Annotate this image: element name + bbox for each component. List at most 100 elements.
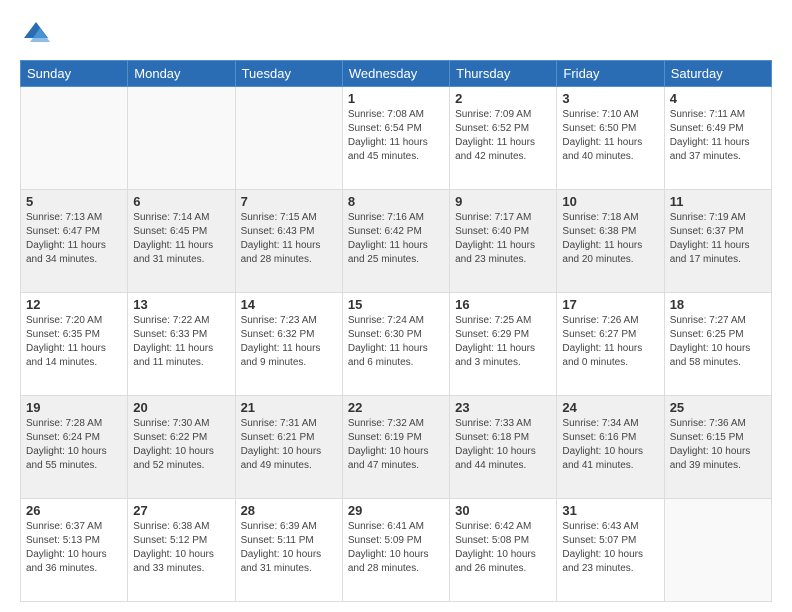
calendar-cell: 20 Sunrise: 7:30 AM Sunset: 6:22 PM Dayli… (128, 396, 235, 499)
day-info: Sunrise: 7:11 AM Sunset: 6:49 PM Dayligh… (670, 108, 766, 164)
day-info: Sunrise: 7:27 AM Sunset: 6:25 PM Dayligh… (670, 314, 766, 370)
calendar-cell: 9 Sunrise: 7:17 AM Sunset: 6:40 PM Daylig… (450, 190, 557, 293)
day-number: 17 (562, 297, 658, 312)
day-number: 4 (670, 91, 766, 106)
day-number: 21 (241, 400, 337, 415)
day-info: Sunrise: 7:15 AM Sunset: 6:43 PM Dayligh… (241, 211, 337, 267)
day-info: Sunrise: 6:37 AM Sunset: 5:13 PM Dayligh… (26, 520, 122, 576)
calendar-cell: 2 Sunrise: 7:09 AM Sunset: 6:52 PM Daylig… (450, 87, 557, 190)
calendar-cell: 25 Sunrise: 7:36 AM Sunset: 6:15 PM Dayli… (664, 396, 771, 499)
day-info: Sunrise: 6:39 AM Sunset: 5:11 PM Dayligh… (241, 520, 337, 576)
day-info: Sunrise: 7:31 AM Sunset: 6:21 PM Dayligh… (241, 417, 337, 473)
calendar-cell: 3 Sunrise: 7:10 AM Sunset: 6:50 PM Daylig… (557, 87, 664, 190)
day-info: Sunrise: 7:19 AM Sunset: 6:37 PM Dayligh… (670, 211, 766, 267)
calendar-week-row: 5Sunrise: 7:13 AM Sunset: 6:47 PM Daylig… (21, 190, 772, 293)
day-info: Sunrise: 7:22 AM Sunset: 6:33 PM Dayligh… (133, 314, 229, 370)
calendar-cell: 5Sunrise: 7:13 AM Sunset: 6:47 PM Daylig… (21, 190, 128, 293)
day-number: 16 (455, 297, 551, 312)
day-info: Sunrise: 7:20 AM Sunset: 6:35 PM Dayligh… (26, 314, 122, 370)
day-info: Sunrise: 7:23 AM Sunset: 6:32 PM Dayligh… (241, 314, 337, 370)
day-number: 14 (241, 297, 337, 312)
day-number: 20 (133, 400, 229, 415)
calendar-cell: 21 Sunrise: 7:31 AM Sunset: 6:21 PM Dayli… (235, 396, 342, 499)
calendar-cell: 15 Sunrise: 7:24 AM Sunset: 6:30 PM Dayli… (342, 293, 449, 396)
day-number: 18 (670, 297, 766, 312)
day-number: 6 (133, 194, 229, 209)
day-number: 23 (455, 400, 551, 415)
header (20, 18, 772, 50)
day-info: Sunrise: 7:08 AM Sunset: 6:54 PM Dayligh… (348, 108, 444, 164)
calendar-week-row: 26 Sunrise: 6:37 AM Sunset: 5:13 PM Dayli… (21, 499, 772, 602)
day-number: 1 (348, 91, 444, 106)
day-number: 26 (26, 503, 122, 518)
calendar-cell: 1 Sunrise: 7:08 AM Sunset: 6:54 PM Daylig… (342, 87, 449, 190)
calendar-cell: 29 Sunrise: 6:41 AM Sunset: 5:09 PM Dayli… (342, 499, 449, 602)
day-number: 22 (348, 400, 444, 415)
day-number: 19 (26, 400, 122, 415)
day-info: Sunrise: 7:34 AM Sunset: 6:16 PM Dayligh… (562, 417, 658, 473)
day-number: 24 (562, 400, 658, 415)
calendar-week-row: 12 Sunrise: 7:20 AM Sunset: 6:35 PM Dayli… (21, 293, 772, 396)
day-info: Sunrise: 7:10 AM Sunset: 6:50 PM Dayligh… (562, 108, 658, 164)
calendar-cell: 4 Sunrise: 7:11 AM Sunset: 6:49 PM Daylig… (664, 87, 771, 190)
calendar-cell (235, 87, 342, 190)
day-number: 15 (348, 297, 444, 312)
day-info: Sunrise: 6:43 AM Sunset: 5:07 PM Dayligh… (562, 520, 658, 576)
day-number: 30 (455, 503, 551, 518)
day-number: 12 (26, 297, 122, 312)
day-info: Sunrise: 7:28 AM Sunset: 6:24 PM Dayligh… (26, 417, 122, 473)
calendar-cell: 18 Sunrise: 7:27 AM Sunset: 6:25 PM Dayli… (664, 293, 771, 396)
calendar-cell: 6 Sunrise: 7:14 AM Sunset: 6:45 PM Daylig… (128, 190, 235, 293)
day-info: Sunrise: 6:42 AM Sunset: 5:08 PM Dayligh… (455, 520, 551, 576)
day-info: Sunrise: 6:41 AM Sunset: 5:09 PM Dayligh… (348, 520, 444, 576)
page: SundayMondayTuesdayWednesdayThursdayFrid… (0, 0, 792, 612)
calendar-cell: 24 Sunrise: 7:34 AM Sunset: 6:16 PM Dayli… (557, 396, 664, 499)
day-info: Sunrise: 7:17 AM Sunset: 6:40 PM Dayligh… (455, 211, 551, 267)
day-info: Sunrise: 7:32 AM Sunset: 6:19 PM Dayligh… (348, 417, 444, 473)
day-info: Sunrise: 7:36 AM Sunset: 6:15 PM Dayligh… (670, 417, 766, 473)
day-info: Sunrise: 7:26 AM Sunset: 6:27 PM Dayligh… (562, 314, 658, 370)
weekday-header-row: SundayMondayTuesdayWednesdayThursdayFrid… (21, 61, 772, 87)
day-number: 29 (348, 503, 444, 518)
weekday-header-wednesday: Wednesday (342, 61, 449, 87)
day-number: 28 (241, 503, 337, 518)
calendar-cell: 10Sunrise: 7:18 AM Sunset: 6:38 PM Dayli… (557, 190, 664, 293)
calendar-cell: 19 Sunrise: 7:28 AM Sunset: 6:24 PM Dayli… (21, 396, 128, 499)
calendar-cell: 23Sunrise: 7:33 AM Sunset: 6:18 PM Dayli… (450, 396, 557, 499)
day-info: Sunrise: 7:24 AM Sunset: 6:30 PM Dayligh… (348, 314, 444, 370)
calendar-cell (128, 87, 235, 190)
calendar-cell: 12 Sunrise: 7:20 AM Sunset: 6:35 PM Dayli… (21, 293, 128, 396)
day-number: 9 (455, 194, 551, 209)
calendar-cell: 22 Sunrise: 7:32 AM Sunset: 6:19 PM Dayli… (342, 396, 449, 499)
day-info: Sunrise: 7:18 AM Sunset: 6:38 PM Dayligh… (562, 211, 658, 267)
day-info: Sunrise: 7:16 AM Sunset: 6:42 PM Dayligh… (348, 211, 444, 267)
weekday-header-tuesday: Tuesday (235, 61, 342, 87)
day-info: Sunrise: 6:38 AM Sunset: 5:12 PM Dayligh… (133, 520, 229, 576)
day-number: 2 (455, 91, 551, 106)
day-info: Sunrise: 7:13 AM Sunset: 6:47 PM Dayligh… (26, 211, 122, 267)
weekday-header-thursday: Thursday (450, 61, 557, 87)
calendar-week-row: 19 Sunrise: 7:28 AM Sunset: 6:24 PM Dayli… (21, 396, 772, 499)
calendar-cell: 14 Sunrise: 7:23 AM Sunset: 6:32 PM Dayli… (235, 293, 342, 396)
weekday-header-monday: Monday (128, 61, 235, 87)
calendar-cell: 17 Sunrise: 7:26 AM Sunset: 6:27 PM Dayli… (557, 293, 664, 396)
logo-icon (20, 18, 52, 50)
day-info: Sunrise: 7:09 AM Sunset: 6:52 PM Dayligh… (455, 108, 551, 164)
calendar-cell: 13 Sunrise: 7:22 AM Sunset: 6:33 PM Dayli… (128, 293, 235, 396)
day-number: 25 (670, 400, 766, 415)
calendar-table: SundayMondayTuesdayWednesdayThursdayFrid… (20, 60, 772, 602)
calendar-cell (664, 499, 771, 602)
day-number: 13 (133, 297, 229, 312)
day-number: 8 (348, 194, 444, 209)
calendar-cell: 31Sunrise: 6:43 AM Sunset: 5:07 PM Dayli… (557, 499, 664, 602)
day-info: Sunrise: 7:25 AM Sunset: 6:29 PM Dayligh… (455, 314, 551, 370)
day-number: 3 (562, 91, 658, 106)
weekday-header-sunday: Sunday (21, 61, 128, 87)
day-number: 7 (241, 194, 337, 209)
day-info: Sunrise: 7:14 AM Sunset: 6:45 PM Dayligh… (133, 211, 229, 267)
weekday-header-friday: Friday (557, 61, 664, 87)
calendar-cell: 7 Sunrise: 7:15 AM Sunset: 6:43 PM Daylig… (235, 190, 342, 293)
calendar-cell (21, 87, 128, 190)
day-info: Sunrise: 7:30 AM Sunset: 6:22 PM Dayligh… (133, 417, 229, 473)
calendar-week-row: 1 Sunrise: 7:08 AM Sunset: 6:54 PM Daylig… (21, 87, 772, 190)
